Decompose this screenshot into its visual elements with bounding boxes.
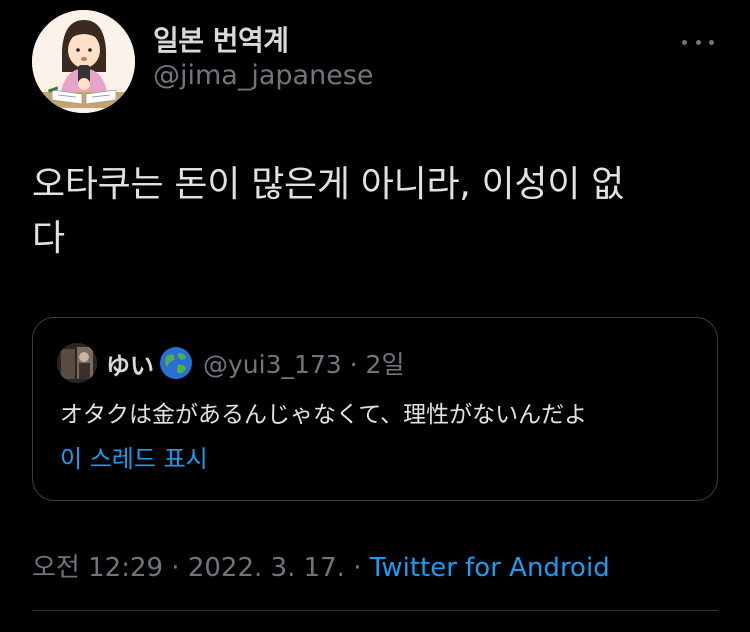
divider xyxy=(32,610,718,611)
tweet-meta: 오전 12:29 · 2022. 3. 17. · Twitter for An… xyxy=(32,548,610,588)
quoted-author-handle-time: @yui3_173 · 2일 xyxy=(203,350,405,379)
tweet-text-line: 오타쿠는 돈이 많은게 아니라, 이성이 없 xyxy=(32,164,624,205)
tweet-source-link[interactable]: Twitter for Android xyxy=(370,553,610,583)
quoted-tweet-text: オタクは金があるんじゃなくて、理性がないんだよ xyxy=(60,402,588,428)
quoted-author-name: ゆい xyxy=(106,351,154,380)
author-names: 일본 번역계 @jima_japanese xyxy=(153,24,373,94)
tweet-timestamp[interactable]: 오전 12:29 · 2022. 3. 17. · xyxy=(32,553,370,583)
quoted-tweet-card[interactable]: ゆい @yui3_173 · 2일 オタクは金があるんじゃなくて、理性がないんだ… xyxy=(32,317,718,501)
more-dots-icon[interactable] xyxy=(682,34,714,50)
tweet-text-line: 다 xyxy=(32,218,65,259)
author-avatar[interactable] xyxy=(32,10,135,113)
globe-emoji-icon xyxy=(160,347,192,379)
tweet-text: 오타쿠는 돈이 많은게 아니라, 이성이 없 다 xyxy=(32,158,722,266)
author-display-name[interactable]: 일본 번역계 xyxy=(153,24,373,58)
quoted-author-avatar xyxy=(57,343,97,383)
author-handle[interactable]: @jima_japanese xyxy=(153,58,373,94)
quoted-tweet-header: ゆい @yui3_173 · 2일 xyxy=(57,343,404,383)
tweet-header: 일본 번역계 @jima_japanese xyxy=(32,10,718,114)
show-thread-link[interactable]: 이 스레드 표시 xyxy=(60,442,208,476)
